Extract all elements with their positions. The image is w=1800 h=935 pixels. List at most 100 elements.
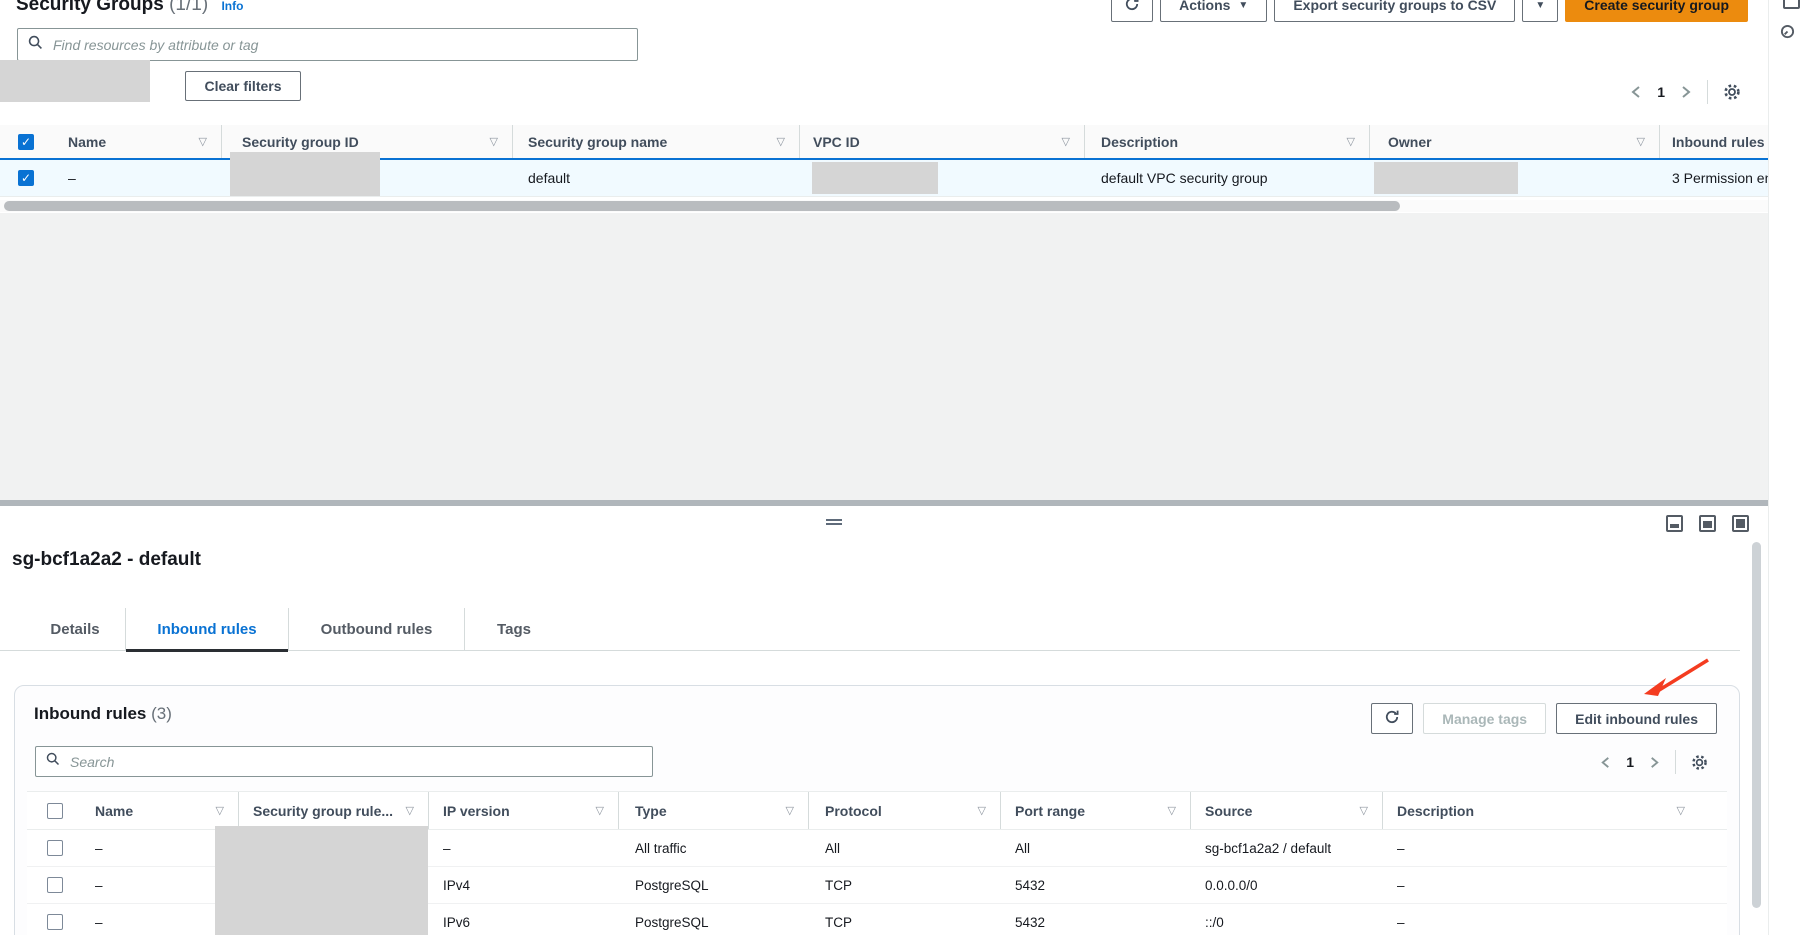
rule-id-redaction [215,826,428,935]
next-page-icon[interactable] [1648,755,1661,770]
cell-description: – [1383,904,1699,935]
cell-port-range: 5432 [1001,904,1191,935]
sort-icon[interactable]: ▽ [786,804,808,817]
cell-port-range: 5432 [1001,867,1191,903]
panel-size-full-icon[interactable] [1732,515,1749,532]
edit-inbound-rules-label: Edit inbound rules [1575,711,1698,727]
column-header-description[interactable]: Description▽ [1085,125,1370,158]
current-page[interactable]: 1 [1626,754,1634,770]
cell-type: PostgreSQL [619,904,809,935]
tab-outbound-rules[interactable]: Outbound rules [288,608,464,650]
header-toolbar: Actions ▼ Export security groups to CSV … [1111,0,1748,22]
sort-icon[interactable]: ▽ [1677,804,1699,817]
column-header-ip-version[interactable]: IP version▽ [429,792,619,829]
edit-inbound-rules-button[interactable]: Edit inbound rules [1556,703,1717,734]
sort-icon[interactable]: ▽ [1168,804,1190,817]
actions-button[interactable]: Actions ▼ [1160,0,1267,22]
column-header-source[interactable]: Source▽ [1191,792,1383,829]
horizontal-scrollbar [0,200,1768,212]
sort-icon[interactable]: ▽ [216,804,238,817]
split-panel-layout-toggles [1666,515,1749,532]
sort-icon[interactable]: ▽ [1637,135,1659,148]
cell-protocol: TCP [809,867,1001,903]
cell-ip-version: – [429,830,619,866]
tab-details[interactable]: Details [25,608,125,650]
sort-icon[interactable]: ▽ [1360,804,1382,817]
rules-pagination: 1 [1599,750,1709,774]
select-all-checkbox[interactable]: ✓ [18,134,34,150]
column-header-name[interactable]: Name▽ [83,792,239,829]
refresh-button[interactable] [1111,0,1153,22]
select-all-checkbox[interactable] [47,803,63,819]
sort-icon[interactable]: ▽ [1347,135,1369,148]
column-header-name[interactable]: Name▽ [52,125,222,158]
refresh-button[interactable] [1371,703,1413,734]
filter-tag-redaction [0,60,150,102]
column-header-description[interactable]: Description▽ [1383,792,1699,829]
find-resources-input[interactable] [51,36,627,54]
search-icon [28,35,43,55]
cell-source: ::/0 [1191,904,1383,935]
right-rail [1768,0,1800,935]
sort-icon[interactable]: ▽ [978,804,1000,817]
current-page[interactable]: 1 [1657,84,1665,100]
cell-description: – [1383,830,1699,866]
cell-inbound-rules: 3 Permission entries [1660,160,1768,196]
rail-circle-icon[interactable] [1780,24,1795,44]
panel-size-small-icon[interactable] [1666,515,1683,532]
chevron-down-icon: ▼ [1535,1,1545,11]
refresh-icon [1124,0,1140,15]
vertical-scrollbar-thumb[interactable] [1752,542,1761,908]
table-pagination: 1 [1629,80,1742,104]
create-security-group-button[interactable]: Create security group [1565,0,1748,22]
preferences-gear-icon[interactable] [1690,753,1709,772]
cell-ip-version: IPv4 [429,867,619,903]
sort-icon[interactable]: ▽ [406,804,428,817]
previous-page-icon[interactable] [1599,755,1612,770]
row-checkbox[interactable] [47,877,63,893]
sort-icon[interactable]: ▽ [596,804,618,817]
tab-tags[interactable]: Tags [464,608,563,650]
column-header-inbound-rules[interactable]: Inbound rules count [1660,125,1768,158]
search-icon [46,752,60,771]
cell-description: default VPC security group [1085,160,1370,196]
export-csv-menu-button[interactable]: ▼ [1522,0,1558,22]
column-header-vpc-id[interactable]: VPC ID▽ [800,125,1085,158]
clear-filters-button[interactable]: Clear filters [185,71,301,101]
next-page-icon[interactable] [1679,84,1693,100]
rail-partial-icon[interactable] [1783,0,1800,9]
split-panel-drag-handle[interactable] [826,519,842,527]
row-checkbox[interactable] [47,914,63,930]
column-header-protocol[interactable]: Protocol▽ [809,792,1001,829]
tab-inbound-rules[interactable]: Inbound rules [125,608,288,650]
vpc-id-redaction [812,162,938,194]
cell-source: sg-bcf1a2a2 / default [1191,830,1383,866]
chevron-down-icon: ▼ [1238,1,1248,11]
info-link[interactable]: Info [221,0,243,13]
sort-icon[interactable]: ▽ [199,135,221,148]
column-header-sg-name[interactable]: Security group name▽ [513,125,800,158]
panel-size-medium-icon[interactable] [1699,515,1716,532]
sort-icon[interactable]: ▽ [777,135,799,148]
horizontal-scrollbar-thumb[interactable] [4,201,1400,211]
preferences-gear-icon[interactable] [1722,82,1742,102]
previous-page-icon[interactable] [1629,84,1643,100]
split-panel-divider[interactable] [0,500,1768,506]
column-header-rule-id[interactable]: Security group rule...▽ [239,792,429,829]
sort-icon[interactable]: ▽ [1062,135,1084,148]
column-header-type[interactable]: Type▽ [619,792,809,829]
export-csv-button[interactable]: Export security groups to CSV [1274,0,1515,22]
rules-search-input[interactable] [68,753,642,771]
row-checkbox[interactable]: ✓ [18,170,34,186]
manage-tags-button[interactable]: Manage tags [1423,703,1546,734]
create-security-group-label: Create security group [1584,0,1729,13]
row-checkbox[interactable] [47,840,63,856]
column-header-port-range[interactable]: Port range▽ [1001,792,1191,829]
find-resources-search[interactable] [17,28,638,61]
rules-search[interactable] [35,746,653,777]
cell-source: 0.0.0.0/0 [1191,867,1383,903]
sort-icon[interactable]: ▽ [490,135,512,148]
select-all-cell: ✓ [0,125,52,158]
cell-ip-version: IPv6 [429,904,619,935]
column-header-owner[interactable]: Owner▽ [1370,125,1660,158]
